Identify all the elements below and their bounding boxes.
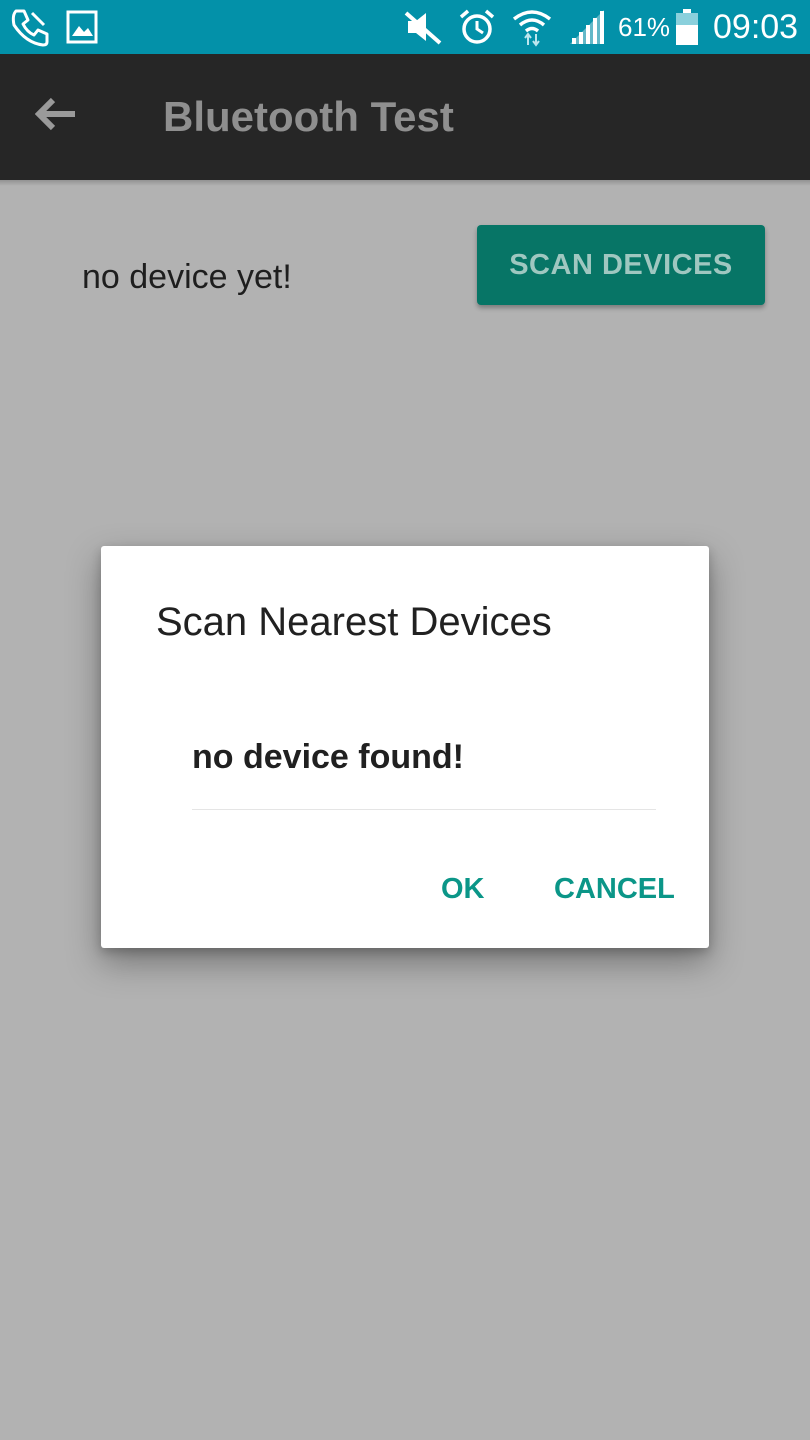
wifi-icon	[512, 0, 552, 54]
page-title: Bluetooth Test	[163, 93, 454, 140]
arrow-left-icon	[34, 97, 77, 136]
signal-icon	[568, 0, 606, 54]
app-bar: Bluetooth Test	[0, 54, 810, 180]
device-status-text: no device yet!	[82, 258, 292, 296]
dialog-message: no device found!	[192, 738, 464, 776]
image-icon	[66, 0, 98, 54]
phone-call-icon	[10, 0, 50, 54]
dialog-divider	[192, 809, 656, 810]
alarm-icon	[458, 0, 496, 54]
scan-devices-button[interactable]: SCAN DEVICES	[477, 225, 765, 305]
cancel-button[interactable]: CANCEL	[554, 864, 675, 914]
clock: 09:03	[713, 8, 799, 46]
ok-button[interactable]: OK	[441, 864, 485, 914]
battery-percentage: 61%	[618, 12, 671, 42]
status-bar: 61% 09:03	[0, 0, 810, 54]
scan-dialog: Scan Nearest Devices no device found! OK…	[101, 546, 709, 948]
dialog-title: Scan Nearest Devices	[156, 600, 552, 644]
mute-icon	[404, 0, 442, 54]
app-bar-shadow	[0, 180, 810, 186]
battery-icon	[675, 0, 699, 54]
back-button[interactable]	[30, 90, 82, 142]
